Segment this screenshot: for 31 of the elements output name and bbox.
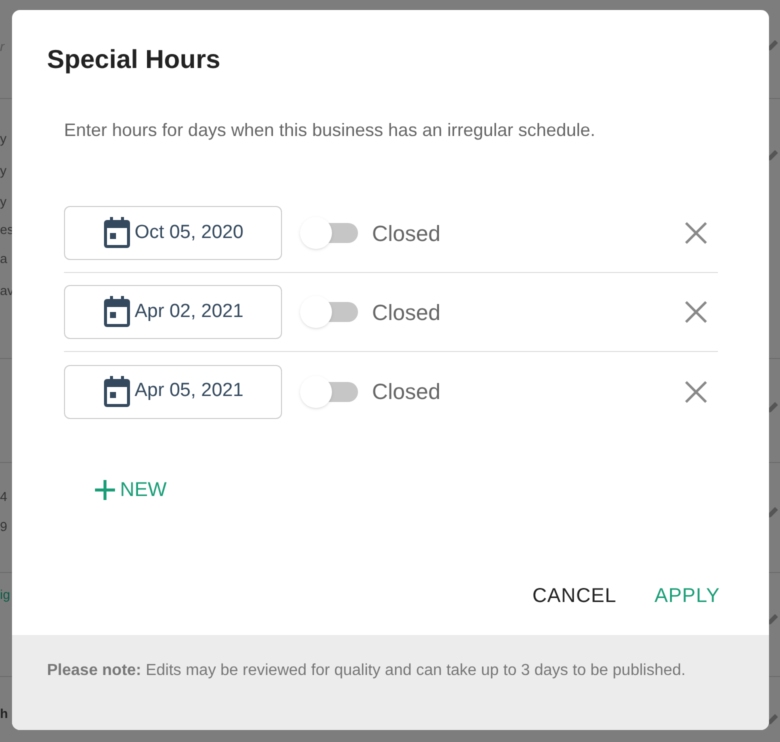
- close-icon[interactable]: [684, 380, 708, 404]
- cancel-button[interactable]: CANCEL: [532, 581, 616, 611]
- background-text: h: [0, 707, 8, 720]
- date-field[interactable]: Oct 05, 2020: [64, 206, 282, 260]
- calendar-icon: [102, 376, 131, 408]
- calendar-icon: [102, 217, 131, 249]
- toggle-switch[interactable]: [300, 216, 358, 250]
- date-field[interactable]: Apr 05, 2021: [64, 364, 282, 418]
- background-text: a: [0, 252, 8, 265]
- background-text: 9: [0, 520, 8, 533]
- toggle-switch[interactable]: [300, 295, 358, 329]
- toggle-thumb: [300, 376, 332, 408]
- status-label: Closed: [372, 298, 440, 326]
- status-label: Closed: [372, 378, 440, 406]
- toggle-thumb: [300, 217, 332, 249]
- close-icon[interactable]: [684, 221, 708, 245]
- background-text: 4: [0, 490, 8, 503]
- background-text: y: [0, 132, 6, 145]
- note-text: Please note: Edits may be reviewed for quality and can take up to 3 days to be published.: [47, 661, 687, 681]
- status-label: Closed: [372, 220, 440, 248]
- close-icon[interactable]: [684, 300, 708, 324]
- plus-icon: [94, 479, 116, 501]
- background-text: ig: [0, 588, 10, 601]
- calendar-icon: [102, 296, 131, 328]
- date-field[interactable]: Apr 02, 2021: [64, 285, 282, 339]
- toggle-switch[interactable]: [300, 374, 358, 408]
- dialog-title: Special Hours: [47, 43, 220, 76]
- toggle-thumb: [300, 296, 332, 328]
- background-text: y: [0, 195, 6, 208]
- background-text: y: [0, 164, 6, 177]
- description-text: Enter hours for days when this business has an irregular schedule.: [64, 119, 596, 142]
